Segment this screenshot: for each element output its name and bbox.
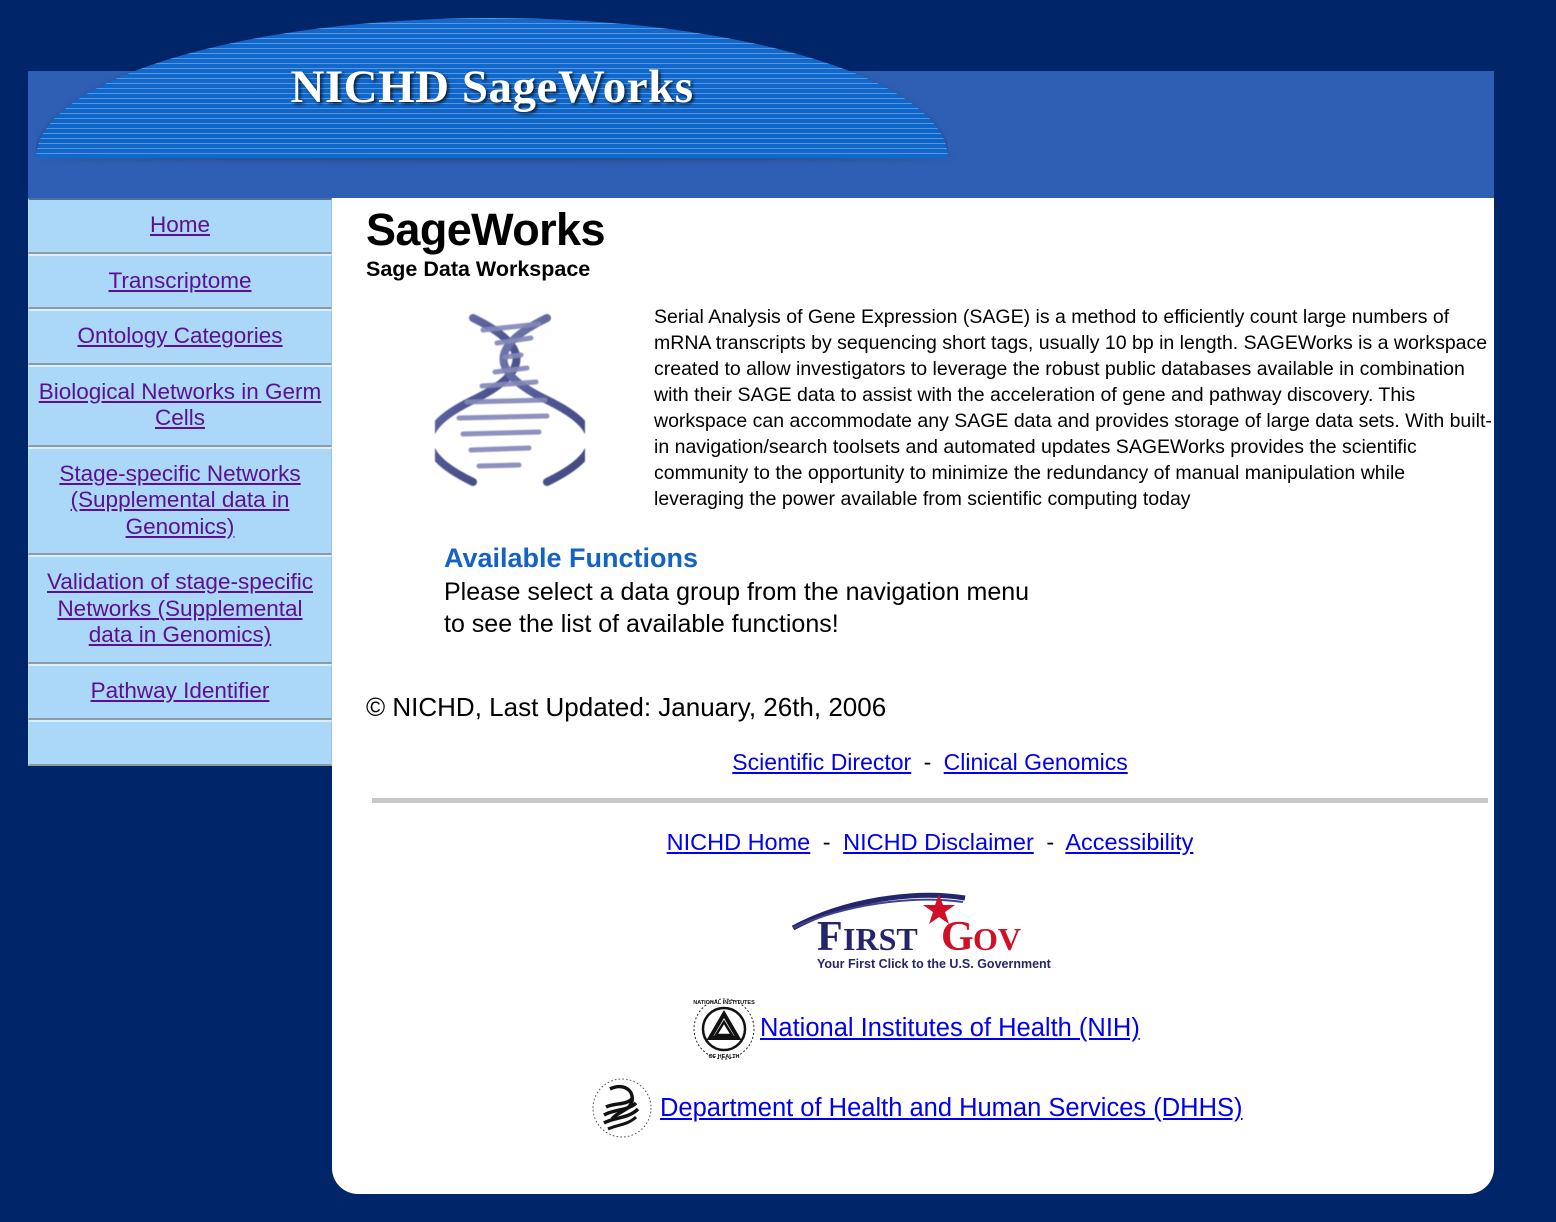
sidebar-item-label[interactable]: Validation of stage-specific Networks (S… xyxy=(47,569,313,647)
firstgov-logo-row: F IRST G OV Your First Click to the U.S.… xyxy=(366,892,1494,983)
director-links-row: Scientific Director - Clinical Genomics xyxy=(366,749,1494,776)
clinical-genomics-link[interactable]: Clinical Genomics xyxy=(944,749,1128,775)
sidebar-item-label[interactable]: Home xyxy=(150,212,210,237)
svg-text:F: F xyxy=(817,914,843,960)
link-separator: - xyxy=(923,748,932,775)
main-content: SageWorks Sage Data Workspace Serial Ana… xyxy=(366,206,1494,1141)
sidebar-item-label[interactable]: Transcriptome xyxy=(109,268,252,293)
intro-section: Serial Analysis of Gene Expression (SAGE… xyxy=(366,302,1494,512)
dna-helix-icon xyxy=(435,314,585,487)
page-title: SageWorks xyxy=(366,204,605,255)
nih-seal-icon[interactable]: NATIONAL INSTITUTES OF HEALTH xyxy=(688,997,760,1061)
dna-helix-image xyxy=(366,302,654,505)
sidebar-item-pathway-identifier[interactable]: Pathway Identifier xyxy=(28,664,332,720)
sidebar-item-ontology-categories[interactable]: Ontology Categories xyxy=(28,309,332,365)
sidebar-item-label[interactable]: Ontology Categories xyxy=(77,323,282,348)
sidebar-item-label[interactable]: Biological Networks in Germ Cells xyxy=(39,379,322,431)
nichd-disclaimer-link[interactable]: NICHD Disclaimer xyxy=(843,829,1034,855)
available-functions-heading: Available Functions xyxy=(444,542,699,573)
available-functions-block: Available Functions Please select a data… xyxy=(366,543,1494,640)
page-root: NICHD SageWorks Home Transcriptome Ontol… xyxy=(0,0,1556,1222)
sidebar-item-label[interactable]: Stage-specific Networks (Supplemental da… xyxy=(59,461,300,539)
sidebar-item-empty xyxy=(28,719,332,766)
sidebar-item-biological-networks-in-germ-cells[interactable]: Biological Networks in Germ Cells xyxy=(28,364,332,447)
svg-text:IRST: IRST xyxy=(843,921,918,957)
svg-text:NATIONAL INSTITUTES: NATIONAL INSTITUTES xyxy=(693,1000,755,1006)
dhhs-seal-icon[interactable] xyxy=(588,1077,660,1141)
nichd-home-link[interactable]: NICHD Home xyxy=(667,829,811,855)
available-functions-line-2: to see the list of available functions! xyxy=(444,609,839,638)
sidebar-nav: Home Transcriptome Ontology Categories B… xyxy=(28,198,332,766)
accessibility-link[interactable]: Accessibility xyxy=(1065,829,1193,855)
available-functions-line-1: Please select a data group from the navi… xyxy=(444,577,1030,606)
scientific-director-link[interactable]: Scientific Director xyxy=(732,749,911,775)
sidebar-item-transcriptome[interactable]: Transcriptome xyxy=(28,253,332,310)
dhhs-link[interactable]: Department of Health and Human Services … xyxy=(660,1094,1242,1123)
link-separator: - xyxy=(822,828,831,855)
sidebar-item-validation-of-stage-specific-networks[interactable]: Validation of stage-specific Networks (S… xyxy=(28,555,332,665)
svg-text:OV: OV xyxy=(973,921,1021,957)
nih-link[interactable]: National Institutes of Health (NIH) xyxy=(760,1014,1140,1043)
svg-text:G: G xyxy=(941,914,974,960)
footer-divider xyxy=(372,797,1488,803)
banner-title: NICHD SageWorks xyxy=(290,61,694,113)
nih-row: NATIONAL INSTITUTES OF HEALTH National I… xyxy=(366,997,1494,1061)
svg-text:OF HEALTH: OF HEALTH xyxy=(708,1054,739,1060)
sidebar-item-stage-specific-networks[interactable]: Stage-specific Networks (Supplemental da… xyxy=(28,446,332,556)
page-subtitle: Sage Data Workspace xyxy=(366,257,591,282)
sidebar-item-home[interactable]: Home xyxy=(28,198,332,254)
gov-links-row: NICHD Home - NICHD Disclaimer - Accessib… xyxy=(366,829,1494,856)
intro-paragraph: Serial Analysis of Gene Expression (SAGE… xyxy=(654,306,1492,511)
link-separator: - xyxy=(1046,828,1055,855)
firstgov-tagline: Your First Click to the U.S. Government xyxy=(817,957,1052,971)
dhhs-row: Department of Health and Human Services … xyxy=(366,1077,1494,1141)
agency-logos: F IRST G OV Your First Click to the U.S.… xyxy=(366,892,1494,1141)
sidebar-item-label[interactable]: Pathway Identifier xyxy=(91,678,270,703)
copyright-text: © NICHD, Last Updated: January, 26th, 20… xyxy=(366,691,887,722)
firstgov-logo-icon[interactable]: F IRST G OV Your First Click to the U.S.… xyxy=(785,892,1075,978)
